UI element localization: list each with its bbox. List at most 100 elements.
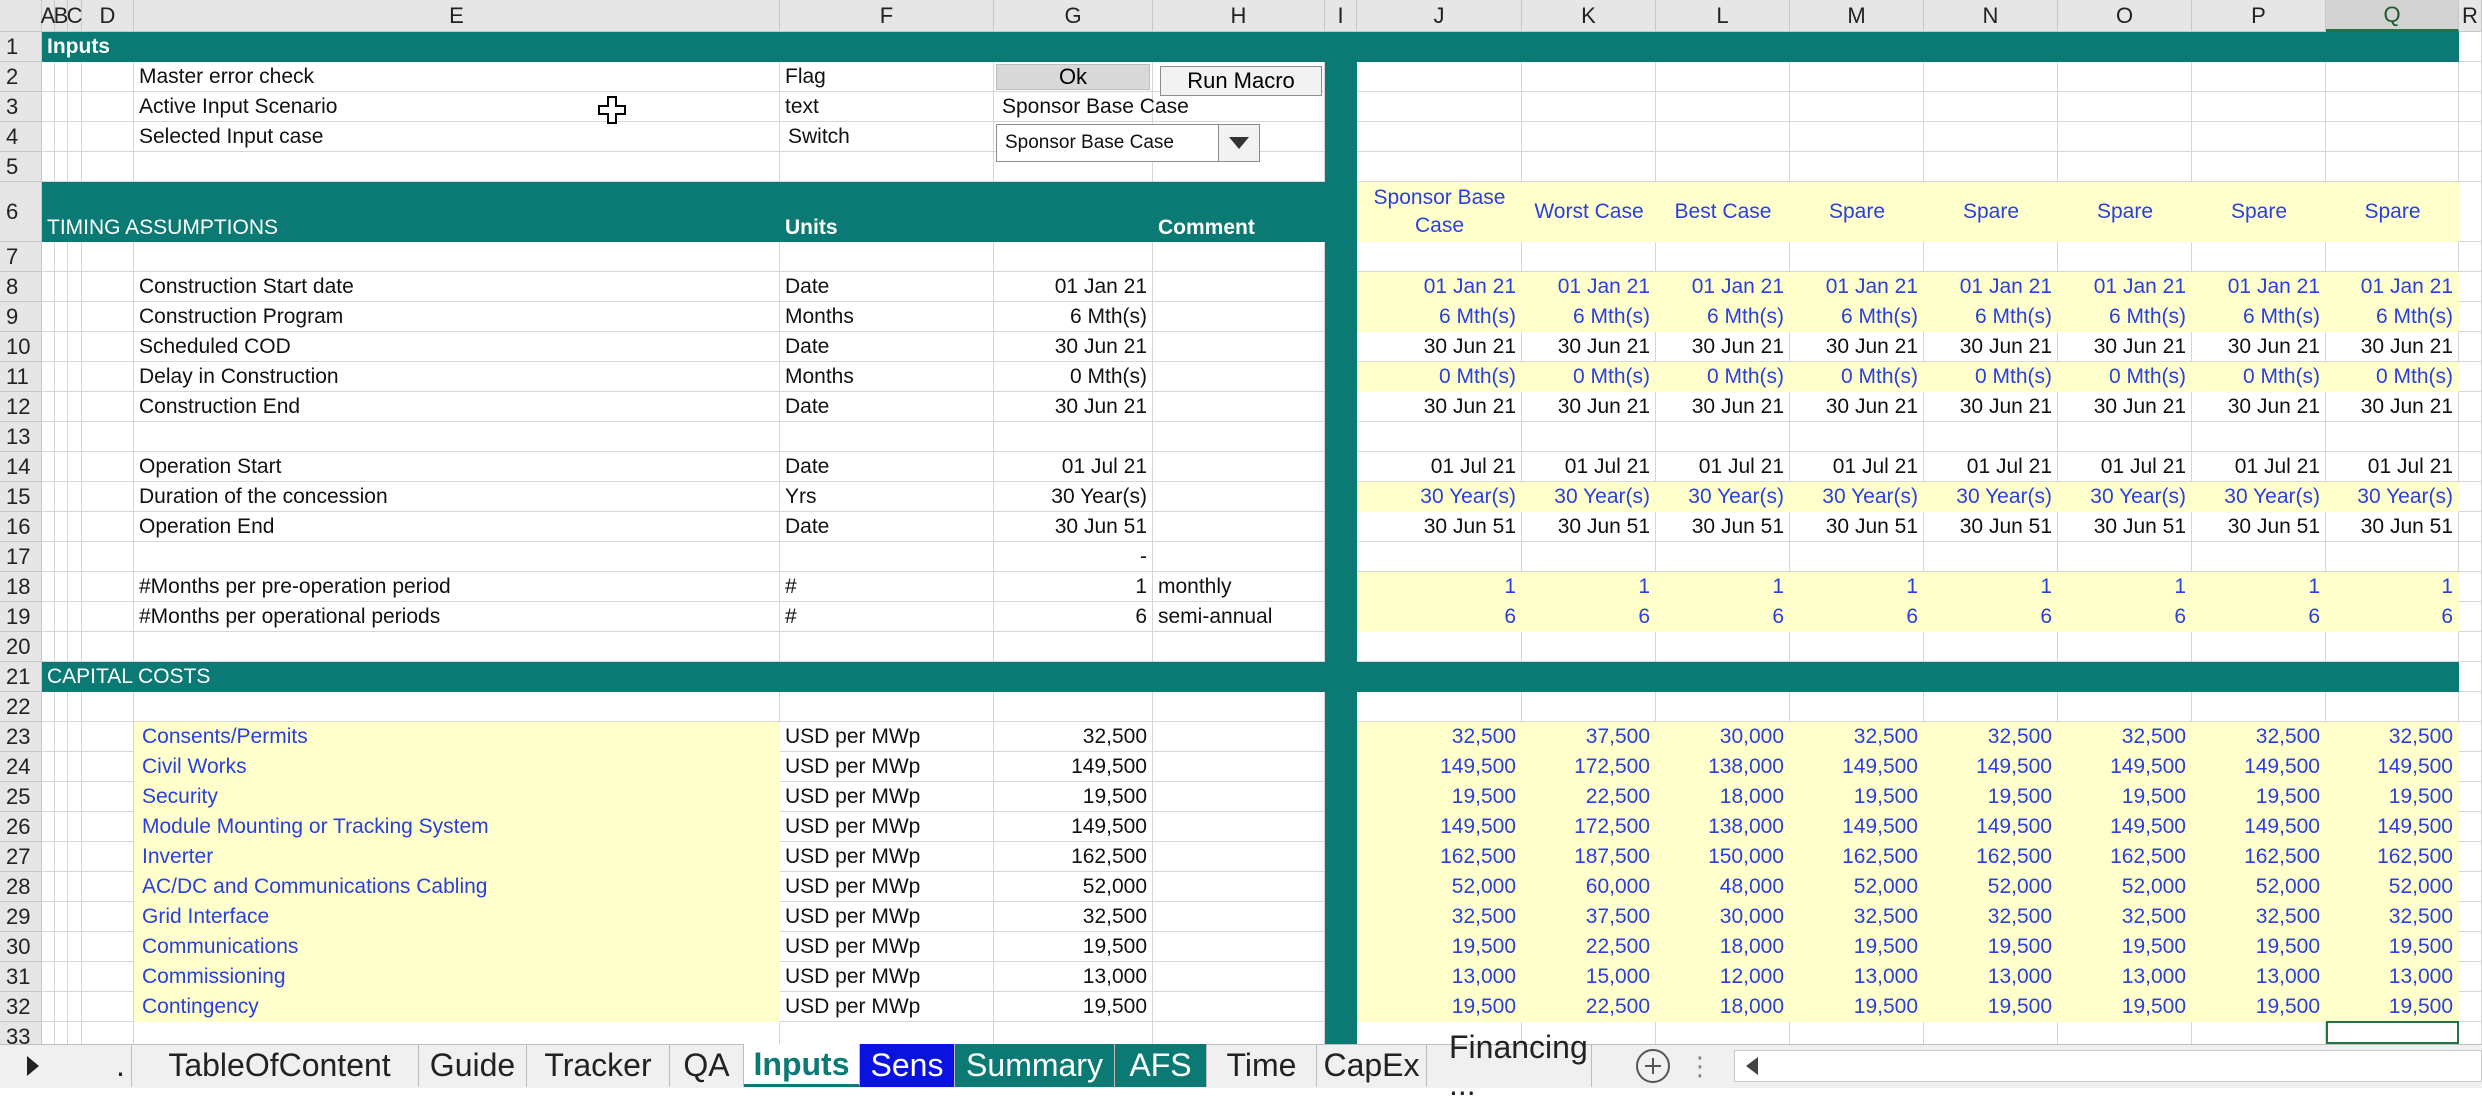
row-header-3[interactable]: 3 <box>0 92 42 122</box>
capex-case-m-row-29[interactable]: 32,500 <box>1790 902 1924 932</box>
timing-label-row-9[interactable]: Construction Program <box>134 302 780 332</box>
capex-case-q-row-29[interactable]: 32,500 <box>2326 902 2459 932</box>
master-error-label[interactable]: Master error check <box>134 62 780 92</box>
capex-case-o-row-24[interactable]: 149,500 <box>2058 752 2192 782</box>
capex-value-row-30[interactable]: 19,500 <box>994 932 1153 962</box>
capex-case-l-row-28[interactable]: 48,000 <box>1656 872 1790 902</box>
capex-unit-row-28[interactable]: USD per MWp <box>780 872 994 902</box>
case-value-o-row-9[interactable]: 6 Mth(s) <box>2058 302 2192 332</box>
triangle-right-icon[interactable] <box>20 1052 46 1080</box>
case-value-n-row-9[interactable]: 6 Mth(s) <box>1924 302 2058 332</box>
case-value-m-row-8[interactable]: 01 Jan 21 <box>1790 272 1924 302</box>
column-header-o[interactable]: O <box>2058 0 2192 32</box>
sheet-tab-time[interactable]: Time <box>1207 1044 1317 1087</box>
case-value-m-row-10[interactable]: 30 Jun 21 <box>1790 332 1924 362</box>
case-value-p-row-14[interactable]: 01 Jul 21 <box>2192 452 2326 482</box>
timing-value-row-11[interactable]: 0 Mth(s) <box>994 362 1153 392</box>
capex-case-j-row-30[interactable]: 19,500 <box>1357 932 1522 962</box>
case-value-k-row-8[interactable]: 01 Jan 21 <box>1522 272 1656 302</box>
active-scenario-label[interactable]: Active Input Scenario <box>134 92 780 122</box>
capex-label-row-24[interactable]: Civil Works <box>134 752 780 782</box>
timing-label-row-17[interactable] <box>134 542 780 572</box>
case-value-l-row-8[interactable]: 01 Jan 21 <box>1656 272 1790 302</box>
capex-value-row-32[interactable]: 19,500 <box>994 992 1153 1022</box>
capex-value-row-24[interactable]: 149,500 <box>994 752 1153 782</box>
case-value-q-row-14[interactable]: 01 Jul 21 <box>2326 452 2459 482</box>
capex-case-n-row-30[interactable]: 19,500 <box>1924 932 2058 962</box>
capex-case-m-row-24[interactable]: 149,500 <box>1790 752 1924 782</box>
case-value-p-row-16[interactable]: 30 Jun 51 <box>2192 512 2326 542</box>
case-value-p-row-15[interactable]: 30 Year(s) <box>2192 482 2326 512</box>
case-header-o[interactable]: Spare <box>2058 182 2192 242</box>
capex-case-n-row-23[interactable]: 32,500 <box>1924 722 2058 752</box>
capex-case-p-row-24[interactable]: 149,500 <box>2192 752 2326 782</box>
capex-case-o-row-32[interactable]: 19,500 <box>2058 992 2192 1022</box>
capex-case-q-row-31[interactable]: 13,000 <box>2326 962 2459 992</box>
capex-value-row-29[interactable]: 32,500 <box>994 902 1153 932</box>
case-value-n-row-11[interactable]: 0 Mth(s) <box>1924 362 2058 392</box>
case-value-n-row-10[interactable]: 30 Jun 21 <box>1924 332 2058 362</box>
capex-label-row-27[interactable]: Inverter <box>134 842 780 872</box>
capex-case-p-row-31[interactable]: 13,000 <box>2192 962 2326 992</box>
row-header-14[interactable]: 14 <box>0 452 42 482</box>
capex-case-q-row-27[interactable]: 162,500 <box>2326 842 2459 872</box>
spreadsheet-grid[interactable]: A B C D E F G H I J K L M N O P Q R 1 2 3 4 5 6 7 8 9 10 11 12 13 14 15 1… <box>0 0 2482 1087</box>
timing-unit-row-8[interactable]: Date <box>780 272 994 302</box>
case-header-p[interactable]: Spare <box>2192 182 2326 242</box>
timing-label-row-15[interactable]: Duration of the concession <box>134 482 780 512</box>
timing-comment-row-19[interactable]: semi-annual <box>1153 602 1325 632</box>
timing-unit-row-9[interactable]: Months <box>780 302 994 332</box>
case-value-j-row-19[interactable]: 6 <box>1357 602 1522 632</box>
capex-unit-row-32[interactable]: USD per MWp <box>780 992 994 1022</box>
capex-case-p-row-32[interactable]: 19,500 <box>2192 992 2326 1022</box>
row-header-7[interactable]: 7 <box>0 242 42 272</box>
capex-case-k-row-28[interactable]: 60,000 <box>1522 872 1656 902</box>
capex-label-row-31[interactable]: Commissioning <box>134 962 780 992</box>
timing-value-row-9[interactable]: 6 Mth(s) <box>994 302 1153 332</box>
row-header-13[interactable]: 13 <box>0 422 42 452</box>
capex-case-m-row-26[interactable]: 149,500 <box>1790 812 1924 842</box>
horizontal-scrollbar[interactable] <box>1734 1050 2482 1082</box>
timing-label-row-12[interactable]: Construction End <box>134 392 780 422</box>
case-value-n-row-17[interactable] <box>1924 542 2058 572</box>
case-value-o-row-12[interactable]: 30 Jun 21 <box>2058 392 2192 422</box>
row-header-27[interactable]: 27 <box>0 842 42 872</box>
timing-label-row-18[interactable]: #Months per pre-operation period <box>134 572 780 602</box>
capex-case-l-row-29[interactable]: 30,000 <box>1656 902 1790 932</box>
timing-label-row-11[interactable]: Delay in Construction <box>134 362 780 392</box>
row-header-1[interactable]: 1 <box>0 32 42 62</box>
case-value-m-row-9[interactable]: 6 Mth(s) <box>1790 302 1924 332</box>
sheet-tab-sens[interactable]: Sens <box>860 1044 955 1087</box>
row-header-20[interactable]: 20 <box>0 632 42 662</box>
sheet-tab-inputs[interactable]: Inputs <box>744 1044 860 1087</box>
capex-case-p-row-26[interactable]: 149,500 <box>2192 812 2326 842</box>
more-options-icon[interactable]: ⋮ <box>1687 1050 1713 1082</box>
case-value-j-row-14[interactable]: 01 Jul 21 <box>1357 452 1522 482</box>
timing-value-row-12[interactable]: 30 Jun 21 <box>994 392 1153 422</box>
row-header-4[interactable]: 4 <box>0 122 42 152</box>
case-value-q-row-9[interactable]: 6 Mth(s) <box>2326 302 2459 332</box>
row-header-8[interactable]: 8 <box>0 272 42 302</box>
case-value-o-row-8[interactable]: 01 Jan 21 <box>2058 272 2192 302</box>
section-inputs-title[interactable]: Inputs <box>42 32 1325 62</box>
capex-label-row-25[interactable]: Security <box>134 782 780 812</box>
capex-case-k-row-24[interactable]: 172,500 <box>1522 752 1656 782</box>
row-header-22[interactable]: 22 <box>0 692 42 722</box>
capex-case-n-row-32[interactable]: 19,500 <box>1924 992 2058 1022</box>
capex-unit-row-29[interactable]: USD per MWp <box>780 902 994 932</box>
capex-case-k-row-30[interactable]: 22,500 <box>1522 932 1656 962</box>
case-value-m-row-14[interactable]: 01 Jul 21 <box>1790 452 1924 482</box>
timing-comment-row-10[interactable] <box>1153 332 1325 362</box>
sheet-tab-afs[interactable]: AFS <box>1115 1044 1207 1087</box>
capex-case-m-row-28[interactable]: 52,000 <box>1790 872 1924 902</box>
capex-case-n-row-26[interactable]: 149,500 <box>1924 812 2058 842</box>
capex-unit-row-23[interactable]: USD per MWp <box>780 722 994 752</box>
case-value-o-row-16[interactable]: 30 Jun 51 <box>2058 512 2192 542</box>
column-header-p[interactable]: P <box>2192 0 2326 32</box>
sheet-tab-financing[interactable]: Financing ... <box>1427 1029 1592 1102</box>
sheet-tab-tableofcontent[interactable]: TableOfContent <box>141 1044 419 1087</box>
comment-column-header[interactable]: Comment <box>1153 182 1325 242</box>
timing-unit-row-19[interactable]: # <box>780 602 994 632</box>
column-header-q[interactable]: Q <box>2326 0 2459 32</box>
case-value-q-row-19[interactable]: 6 <box>2326 602 2459 632</box>
